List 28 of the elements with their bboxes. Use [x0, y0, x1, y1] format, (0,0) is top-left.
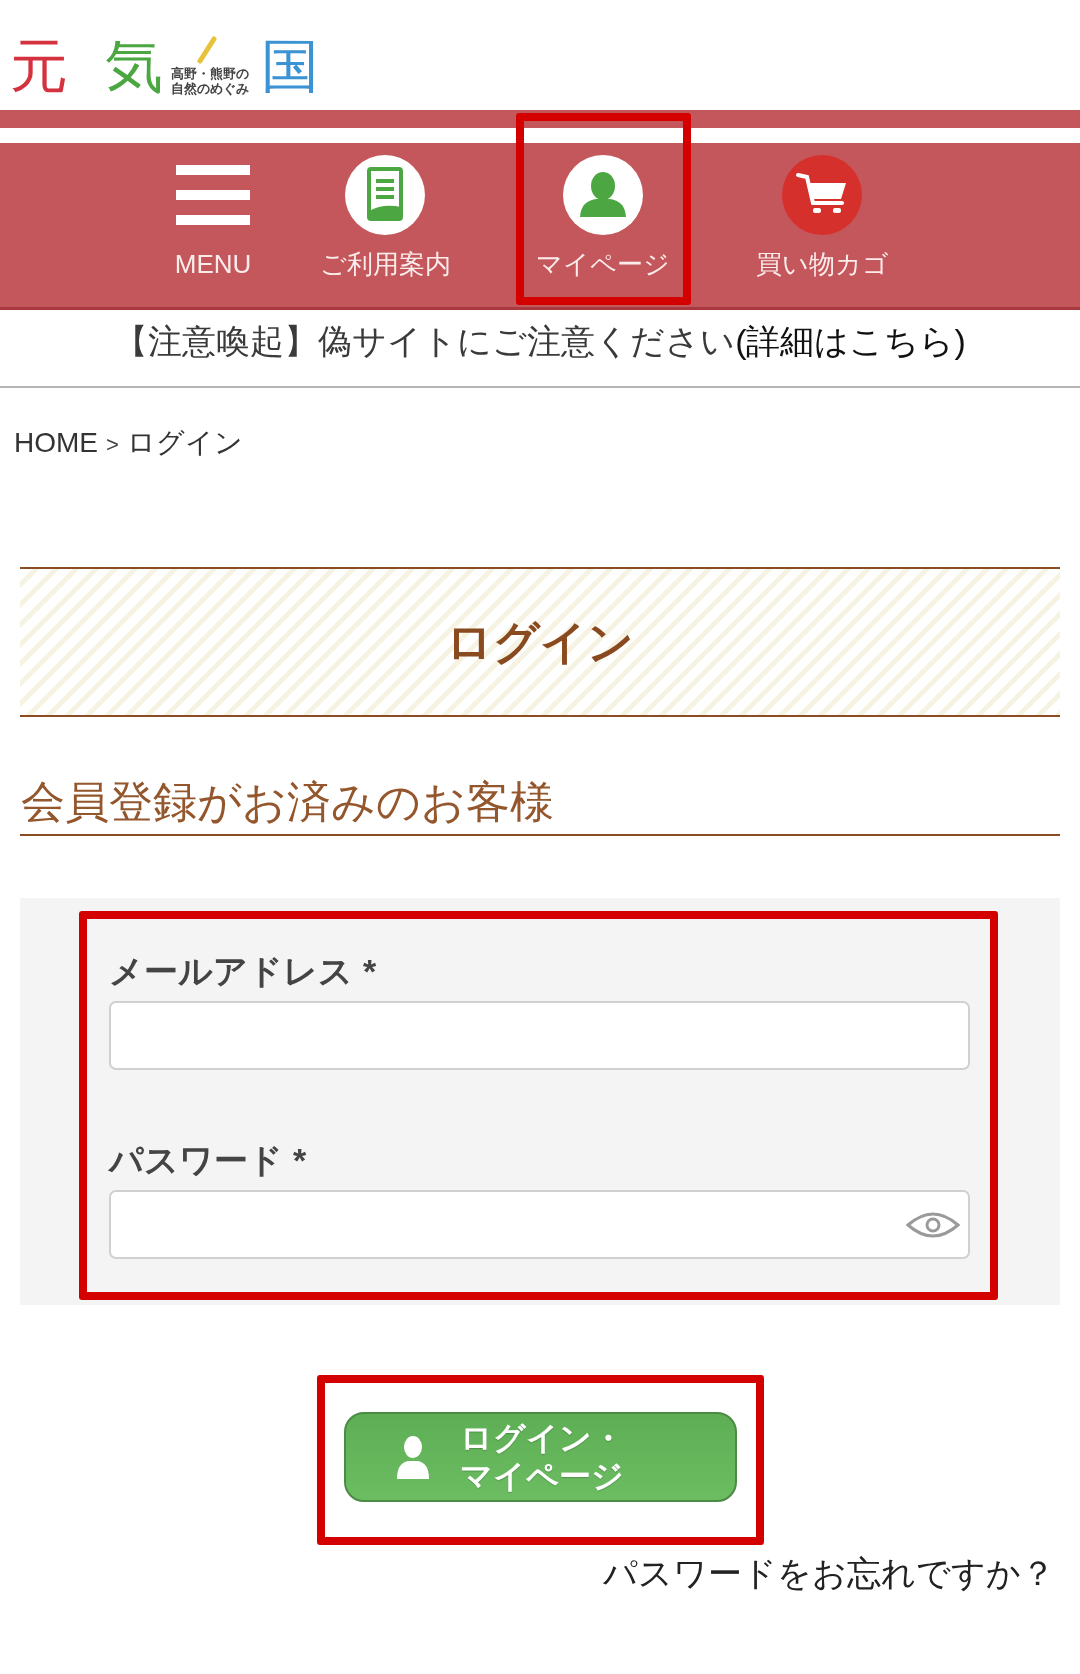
mypage-link[interactable]: マイページ: [536, 155, 670, 281]
breadcrumb-current: ログイン: [126, 426, 243, 460]
cart-link[interactable]: 買い物カゴ: [755, 155, 889, 281]
section-title: 会員登録がお済みのお客様: [20, 776, 1060, 836]
login-button[interactable]: ログイン・マイページ: [343, 1412, 737, 1502]
notice-text: 【注意喚起】偽サイトにご注意ください(詳細はこちら): [114, 321, 966, 362]
logo-character: 気: [105, 34, 163, 98]
field-label: パスワード *: [109, 1140, 307, 1181]
page-title: ログイン: [446, 615, 634, 670]
logo-character: 元: [10, 34, 68, 98]
user-icon: [395, 1435, 430, 1479]
notice-link[interactable]: (詳細はこちら): [735, 322, 966, 360]
logo-tagline: 高野・熊野の: [171, 66, 249, 81]
guide-link[interactable]: ご利用案内: [319, 155, 451, 281]
email-field[interactable]: [109, 1001, 970, 1070]
field-label: メールアドレス *: [109, 951, 377, 992]
breadcrumb-separator: >: [106, 431, 119, 459]
user-icon: [563, 155, 643, 235]
menu-icon: [176, 165, 250, 225]
logo-tagline: 自然のめぐみ: [171, 81, 249, 96]
password-field[interactable]: [109, 1190, 970, 1259]
cart-icon: [782, 155, 862, 235]
logo-stroke-icon: [197, 36, 217, 64]
document-icon: [345, 155, 425, 235]
breadcrumb-link[interactable]: HOME: [14, 424, 98, 462]
menu-button[interactable]: MENU: [174, 155, 252, 281]
logo-character: 国: [261, 34, 319, 98]
forgot-password-link[interactable]: パスワードをお忘れですか？: [603, 1554, 1055, 1592]
